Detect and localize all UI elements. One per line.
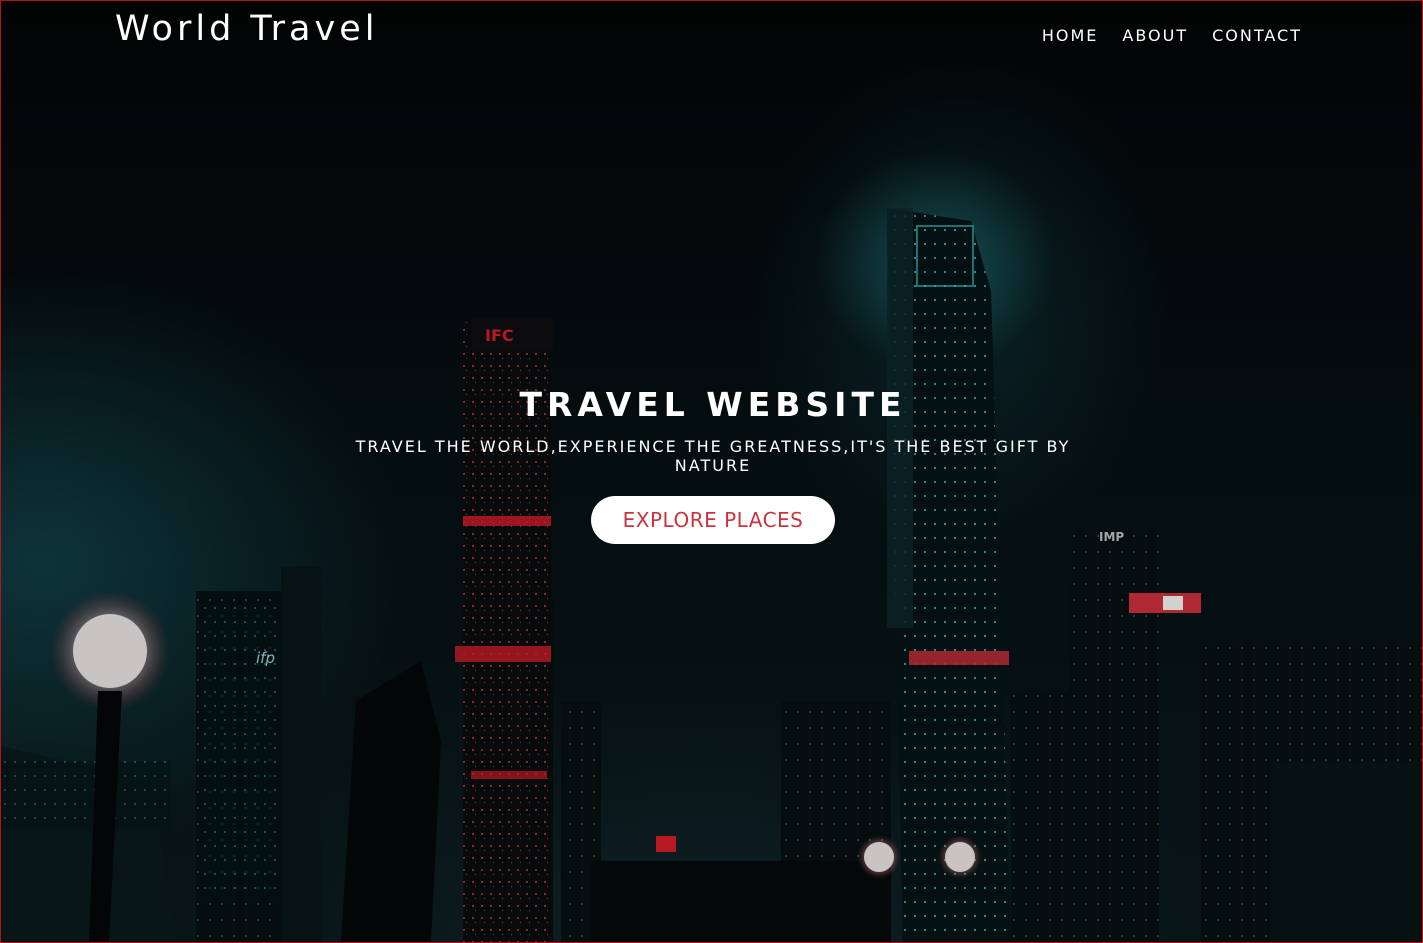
site-brand[interactable]: World Travel	[115, 9, 378, 49]
nav-about-link[interactable]: ABOUT	[1122, 26, 1188, 45]
hero-subtitle: TRAVEL THE WORLD,EXPERIENCE THE GREATNES…	[355, 437, 1071, 475]
hero-section: TRAVEL WEBSITE TRAVEL THE WORLD,EXPERIEN…	[323, 383, 1103, 544]
explore-places-button[interactable]: EXPLORE PLACES	[590, 496, 836, 544]
hero-title: TRAVEL WEBSITE	[519, 385, 907, 424]
nav-home-link[interactable]: HOME	[1042, 26, 1099, 45]
main-nav: HOME ABOUT CONTACT	[1042, 26, 1302, 45]
page: IFC ifp IMP World Travel HOME ABOUT CONT…	[0, 0, 1423, 943]
nav-contact-link[interactable]: CONTACT	[1212, 26, 1302, 45]
